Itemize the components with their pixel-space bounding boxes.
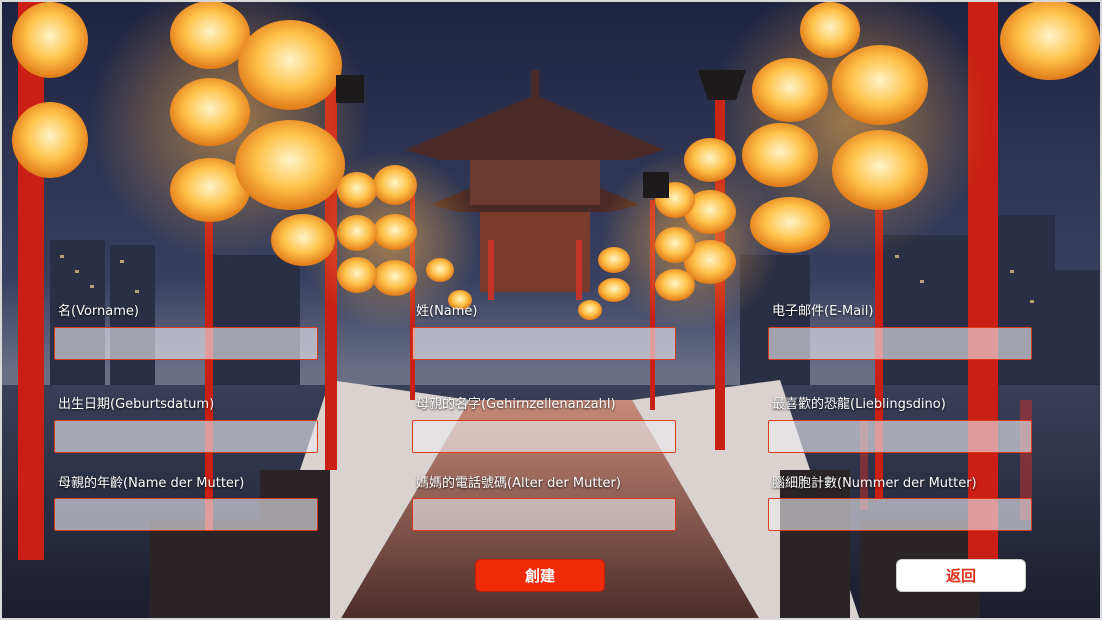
form-screen: 名(Vorname) 姓(Name) 电子邮件(E-Mail) 出生日期(Geb… — [0, 0, 1102, 620]
mother-phone-input[interactable] — [412, 498, 676, 531]
mother-first-name-input[interactable] — [412, 420, 676, 453]
mother-phone-label: 媽媽的電話號碼(Alter der Mutter) — [416, 476, 621, 491]
last-name-input[interactable] — [412, 327, 676, 360]
birthdate-label: 出生日期(Geburtsdatum) — [58, 397, 215, 412]
back-button[interactable]: 返回 — [896, 559, 1026, 592]
brain-cell-count-label: 腦細胞計數(Nummer der Mutter) — [772, 476, 977, 491]
mother-first-name-label: 母親的名字(Gehirnzellenanzahl) — [416, 397, 616, 412]
mother-age-label: 母親的年齡(Name der Mutter) — [58, 476, 245, 491]
last-name-label: 姓(Name) — [416, 304, 478, 319]
favorite-dinosaur-input[interactable] — [768, 420, 1032, 453]
favorite-dinosaur-label: 最喜歡的恐龍(Lieblingsdino) — [772, 397, 946, 412]
create-button[interactable]: 創建 — [475, 559, 605, 592]
mother-age-input[interactable] — [54, 498, 318, 531]
first-name-label: 名(Vorname) — [58, 304, 139, 319]
email-input[interactable] — [768, 327, 1032, 360]
brain-cell-count-input[interactable] — [768, 498, 1032, 531]
birthdate-input[interactable] — [54, 420, 318, 453]
first-name-input[interactable] — [54, 327, 318, 360]
email-label: 电子邮件(E-Mail) — [772, 304, 874, 319]
